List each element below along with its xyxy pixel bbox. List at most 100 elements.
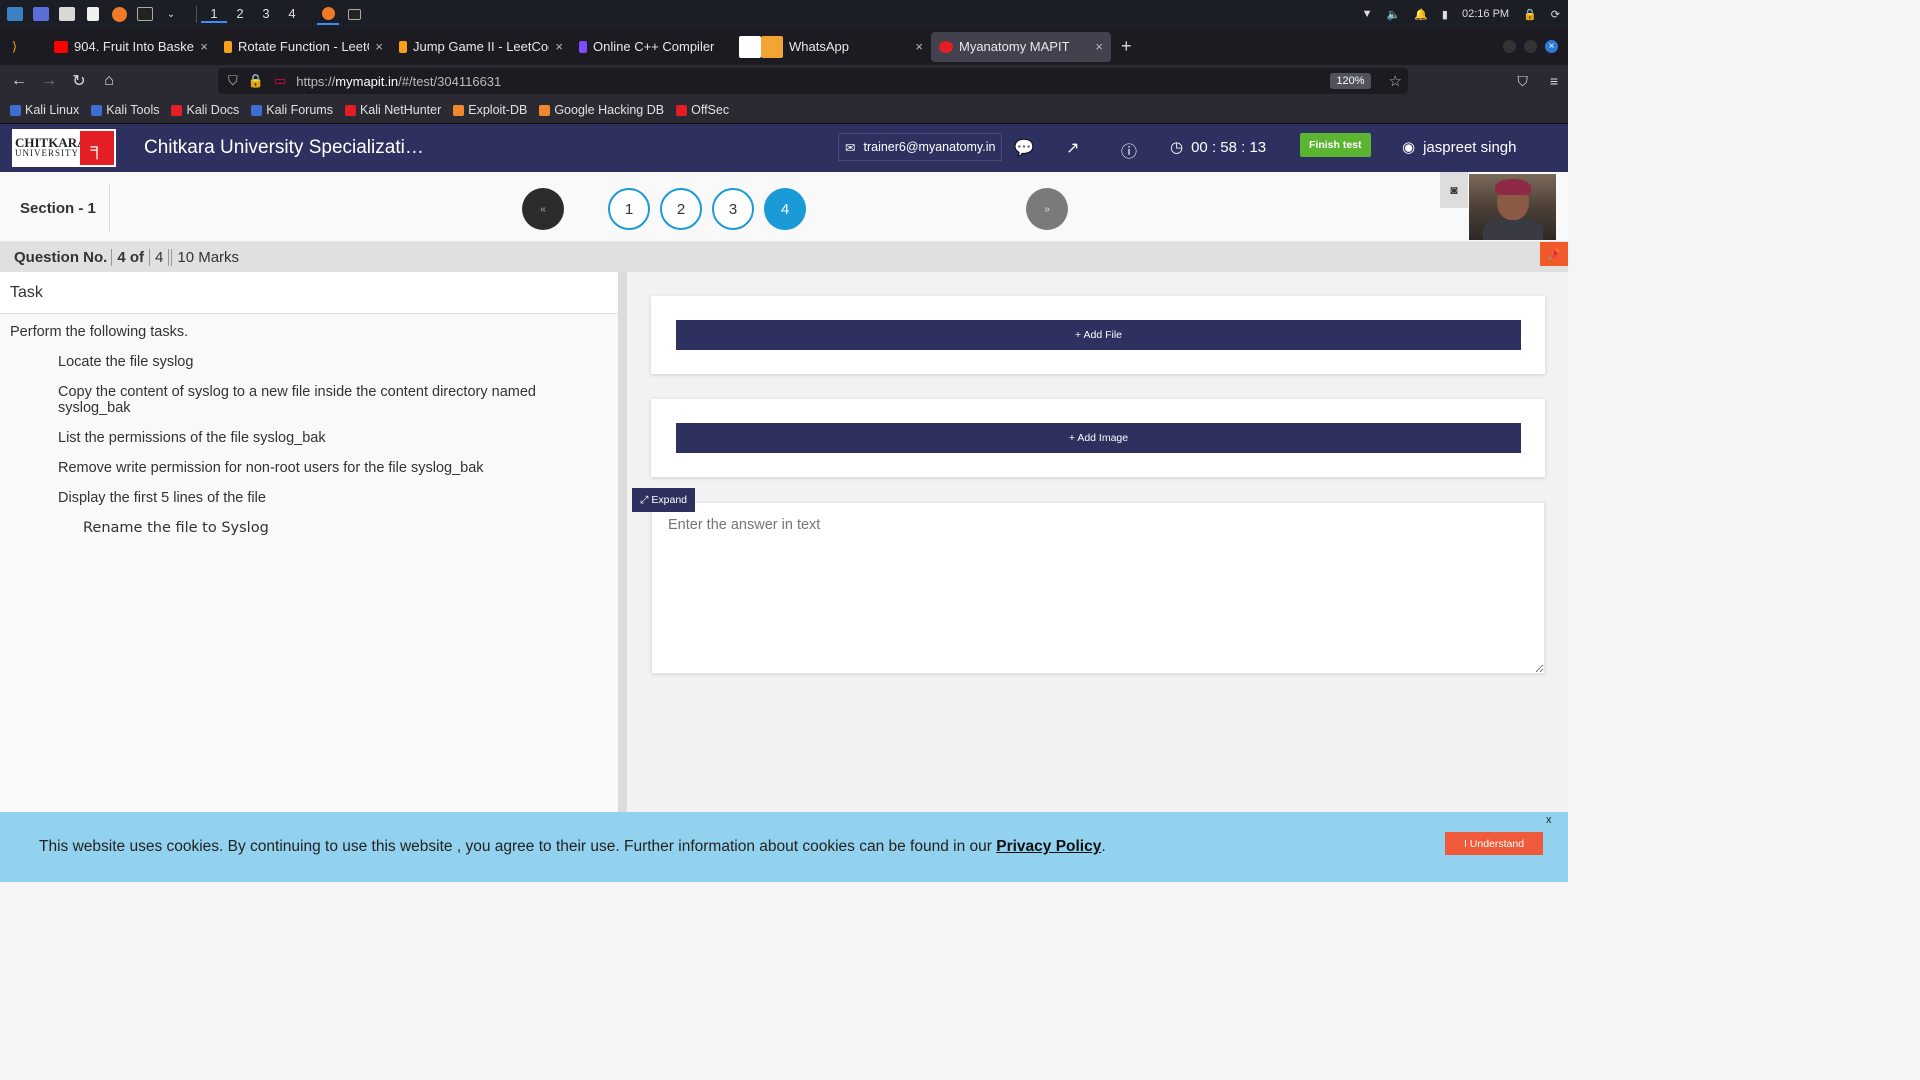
new-tab-icon[interactable]: +	[1121, 36, 1132, 57]
file-manager-icon[interactable]	[56, 3, 78, 25]
close-icon[interactable]: ×	[375, 39, 383, 54]
battery-icon[interactable]: ▮	[1442, 8, 1448, 21]
answer-textarea[interactable]	[651, 502, 1545, 674]
zoom-level[interactable]: 120%	[1330, 73, 1371, 89]
menu-icon[interactable]: ≡	[1550, 73, 1558, 90]
bookmark-kali-docs[interactable]: Kali Docs	[171, 103, 239, 117]
back-icon[interactable]: ←	[4, 72, 34, 90]
leetcode-icon	[399, 40, 407, 53]
close-cookie-icon[interactable]: x	[1546, 814, 1552, 826]
power-icon[interactable]: ⟳	[1551, 8, 1560, 21]
tab-myanatomy[interactable]: Myanatomy MAPIT ×	[931, 31, 1111, 62]
accept-cookies-button[interactable]: I Understand	[1445, 832, 1543, 855]
add-file-button[interactable]: + Add File	[676, 320, 1521, 350]
permissions-icon[interactable]: ▭	[274, 73, 286, 89]
app-title: Chitkara University Specializati…	[144, 137, 424, 158]
add-image-card: + Add Image	[651, 399, 1545, 477]
support-email[interactable]: ✉ trainer6@myanatomy.in	[838, 133, 1003, 161]
maximize-icon[interactable]	[1524, 40, 1537, 53]
chart-line-icon[interactable]: ↗	[1066, 138, 1079, 158]
bookmark-exploit-db[interactable]: Exploit-DB	[453, 103, 527, 117]
terminal-icon[interactable]	[134, 3, 156, 25]
chat-icon[interactable]: 💬	[1014, 138, 1034, 158]
bookmark-kali-linux[interactable]: Kali Linux	[10, 103, 79, 117]
offsec-icon	[676, 104, 688, 116]
nethunter-icon	[344, 104, 356, 116]
question-3-button[interactable]: 3	[712, 188, 754, 230]
ghdb-icon	[539, 104, 551, 116]
task-item: List the permissions of the file syslog_…	[58, 430, 326, 446]
clock[interactable]: 02:16 PM	[1462, 8, 1509, 20]
workspace-3[interactable]: 3	[253, 6, 279, 23]
home-icon[interactable]: ⌂	[94, 72, 124, 90]
firefox-icon[interactable]	[108, 3, 130, 25]
next-question-button[interactable]: »	[1026, 188, 1068, 230]
user-menu[interactable]: ◉ jaspreet singh	[1402, 138, 1517, 157]
url-bar[interactable]: ⛉ 🔒 ▭ https://mymapit.in/#/test/30411663…	[218, 68, 1408, 94]
expand-icon: ⤢	[640, 493, 649, 506]
kali-docs-icon	[171, 104, 183, 116]
bookmarks-bar: Kali Linux Kali Tools Kali Docs Kali For…	[0, 97, 1568, 124]
info-icon[interactable]: ⓘ	[1121, 138, 1137, 162]
terminal-window-icon[interactable]	[343, 3, 365, 25]
bookmark-offsec[interactable]: OffSec	[676, 103, 729, 117]
cookie-banner: This website uses cookies. By continuing…	[0, 812, 1568, 882]
tab-fruit-into-baskets[interactable]: 904. Fruit Into Baskets | L ×	[46, 32, 216, 62]
previous-question-button[interactable]: «	[522, 188, 564, 230]
workspace-1[interactable]: 1	[201, 6, 227, 23]
close-icon[interactable]: ×	[200, 39, 208, 54]
task-body: Perform the following tasks. Locate the …	[0, 314, 618, 556]
pocket-icon[interactable]: ⛉	[1517, 73, 1528, 90]
add-image-button[interactable]: + Add Image	[676, 423, 1521, 453]
network-icon[interactable]: ▼	[1362, 8, 1373, 20]
close-icon[interactable]: ×	[915, 39, 923, 54]
shield-icon[interactable]: ⛉	[228, 73, 238, 89]
bookmark-google-hacking-db[interactable]: Google Hacking DB	[539, 103, 664, 117]
finish-test-button[interactable]: Finish test	[1300, 133, 1371, 157]
question-1-button[interactable]: 1	[608, 188, 650, 230]
question-4-button[interactable]: 4	[764, 188, 806, 230]
pin-icon[interactable]: 📌	[1540, 242, 1568, 266]
url-text[interactable]: https://mymapit.in/#/test/304116631	[296, 74, 501, 89]
bookmark-kali-nethunter[interactable]: Kali NetHunter	[344, 103, 441, 117]
bookmark-kali-forums[interactable]: Kali Forums	[251, 103, 333, 117]
firefox-window-icon[interactable]	[317, 3, 339, 25]
close-window-icon[interactable]: ×	[1545, 40, 1558, 53]
panel-divider[interactable]	[618, 272, 627, 812]
lock-icon[interactable]: 🔒	[1523, 8, 1537, 21]
desktop-icon[interactable]	[30, 3, 52, 25]
leetcode-icon	[224, 40, 232, 53]
tab-cpp-compiler[interactable]: Online C++ Compiler	[571, 32, 731, 62]
kali-menu-icon[interactable]	[4, 3, 26, 25]
task-list: Locate the file syslog Copy the content …	[10, 354, 608, 536]
minimize-icon[interactable]	[1503, 40, 1516, 53]
reload-icon[interactable]: ↻	[64, 71, 94, 91]
task-intro: Perform the following tasks.	[10, 324, 189, 340]
text-editor-icon[interactable]	[82, 3, 104, 25]
notification-icon[interactable]: 🔔	[1414, 8, 1428, 21]
lock-icon[interactable]: 🔒	[248, 73, 264, 89]
privacy-policy-link[interactable]: Privacy Policy	[996, 838, 1101, 855]
task-item: Locate the file syslog	[58, 354, 194, 370]
close-icon[interactable]: ×	[555, 39, 563, 54]
close-icon[interactable]: ×	[1095, 39, 1103, 54]
tab-jump-game[interactable]: Jump Game II - LeetCode ×	[391, 32, 571, 62]
tab-whatsapp[interactable]: WhatsApp ×	[731, 32, 931, 62]
volume-icon[interactable]: 🔈	[1387, 8, 1401, 21]
tab-rotate-function[interactable]: Rotate Function - LeetCo ×	[216, 32, 391, 62]
expand-button[interactable]: ⤢ Expand	[632, 488, 696, 512]
forward-icon[interactable]: →	[34, 72, 64, 90]
bookmark-kali-tools[interactable]: Kali Tools	[91, 103, 159, 117]
chevron-down-icon[interactable]: ⌄	[160, 3, 182, 25]
workspace-4[interactable]: 4	[279, 6, 305, 23]
kali-icon	[10, 104, 21, 116]
cookie-message: This website uses cookies. By continuing…	[39, 838, 1106, 855]
workspace-2[interactable]: 2	[227, 6, 253, 23]
bookmark-star-icon[interactable]: ☆	[1389, 72, 1402, 90]
question-2-button[interactable]: 2	[660, 188, 702, 230]
exploit-db-icon	[453, 104, 465, 116]
webcam-icon[interactable]: ◙	[1440, 172, 1468, 208]
task-sub-item: Rename the file to Syslog	[83, 520, 269, 536]
webcam-feed	[1469, 174, 1556, 240]
workspace-switcher[interactable]: 1 2 3 4	[196, 5, 305, 23]
